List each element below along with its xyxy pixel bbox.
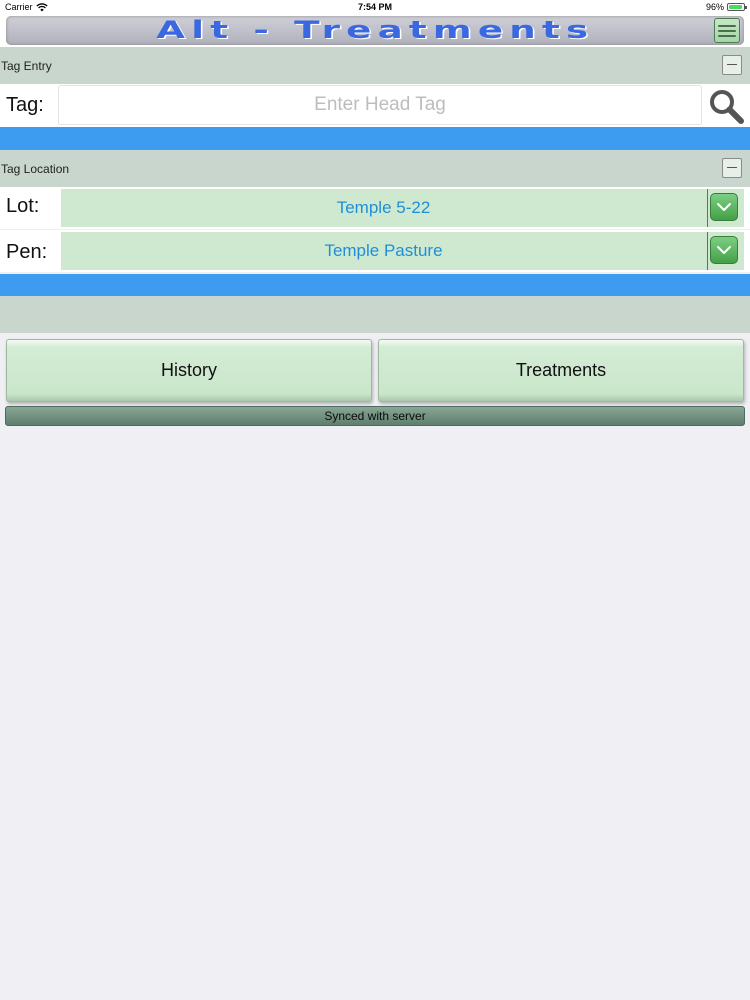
pen-dropdown-button[interactable] [710,236,738,264]
lot-dropdown-button[interactable] [710,193,738,221]
pen-select[interactable]: Temple Pasture [61,232,744,270]
pen-value: Temple Pasture [324,241,443,260]
tag-label: Tag: [6,94,44,116]
tag-location-title: Tag Location [1,162,70,176]
status-bar: Carrier 7:54 PM 96% [0,0,750,16]
search-icon [710,90,744,124]
lot-value: Temple 5-22 [336,198,431,217]
pen-row: Pen: Temple Pasture [0,230,750,272]
hamburger-icon [718,24,736,37]
battery-percent: 96% [705,2,724,12]
tag-location-header: Tag Location [0,150,750,187]
tag-entry-divider [0,127,750,150]
chevron-down-icon [717,203,731,211]
tag-input[interactable] [58,85,702,125]
status-time: 7:54 PM [357,2,392,12]
treatments-button[interactable]: Treatments [378,339,744,402]
tag-location-divider [0,274,750,296]
pen-label: Pen: [6,241,48,263]
battery-fill [729,5,742,9]
lot-label: Lot: [6,195,40,217]
title-bar: Alt - Treatments [0,16,750,47]
tag-entry-title: Tag Entry [1,59,52,73]
spacer-bar [0,296,750,333]
pen-select-divider [707,232,708,270]
tag-entry-header: Tag Entry [0,47,750,84]
title-banner: Alt - Treatments [6,16,744,45]
menu-button[interactable] [714,18,740,43]
tag-location-collapse-button[interactable] [722,158,742,178]
lot-select-divider [707,189,708,227]
battery-icon [727,3,747,11]
tag-entry-collapse-button[interactable] [722,55,742,75]
lot-select[interactable]: Temple 5-22 [61,189,744,227]
tag-row: Tag: [0,84,750,127]
status-right: 96% [705,2,747,12]
sync-status-bar: Synced with server [5,406,745,426]
lot-row: Lot: Temple 5-22 [0,187,750,229]
chevron-down-icon [717,246,731,254]
history-button[interactable]: History [6,339,372,402]
app-title: Alt - Treatments [155,16,595,44]
search-button[interactable] [706,86,746,126]
